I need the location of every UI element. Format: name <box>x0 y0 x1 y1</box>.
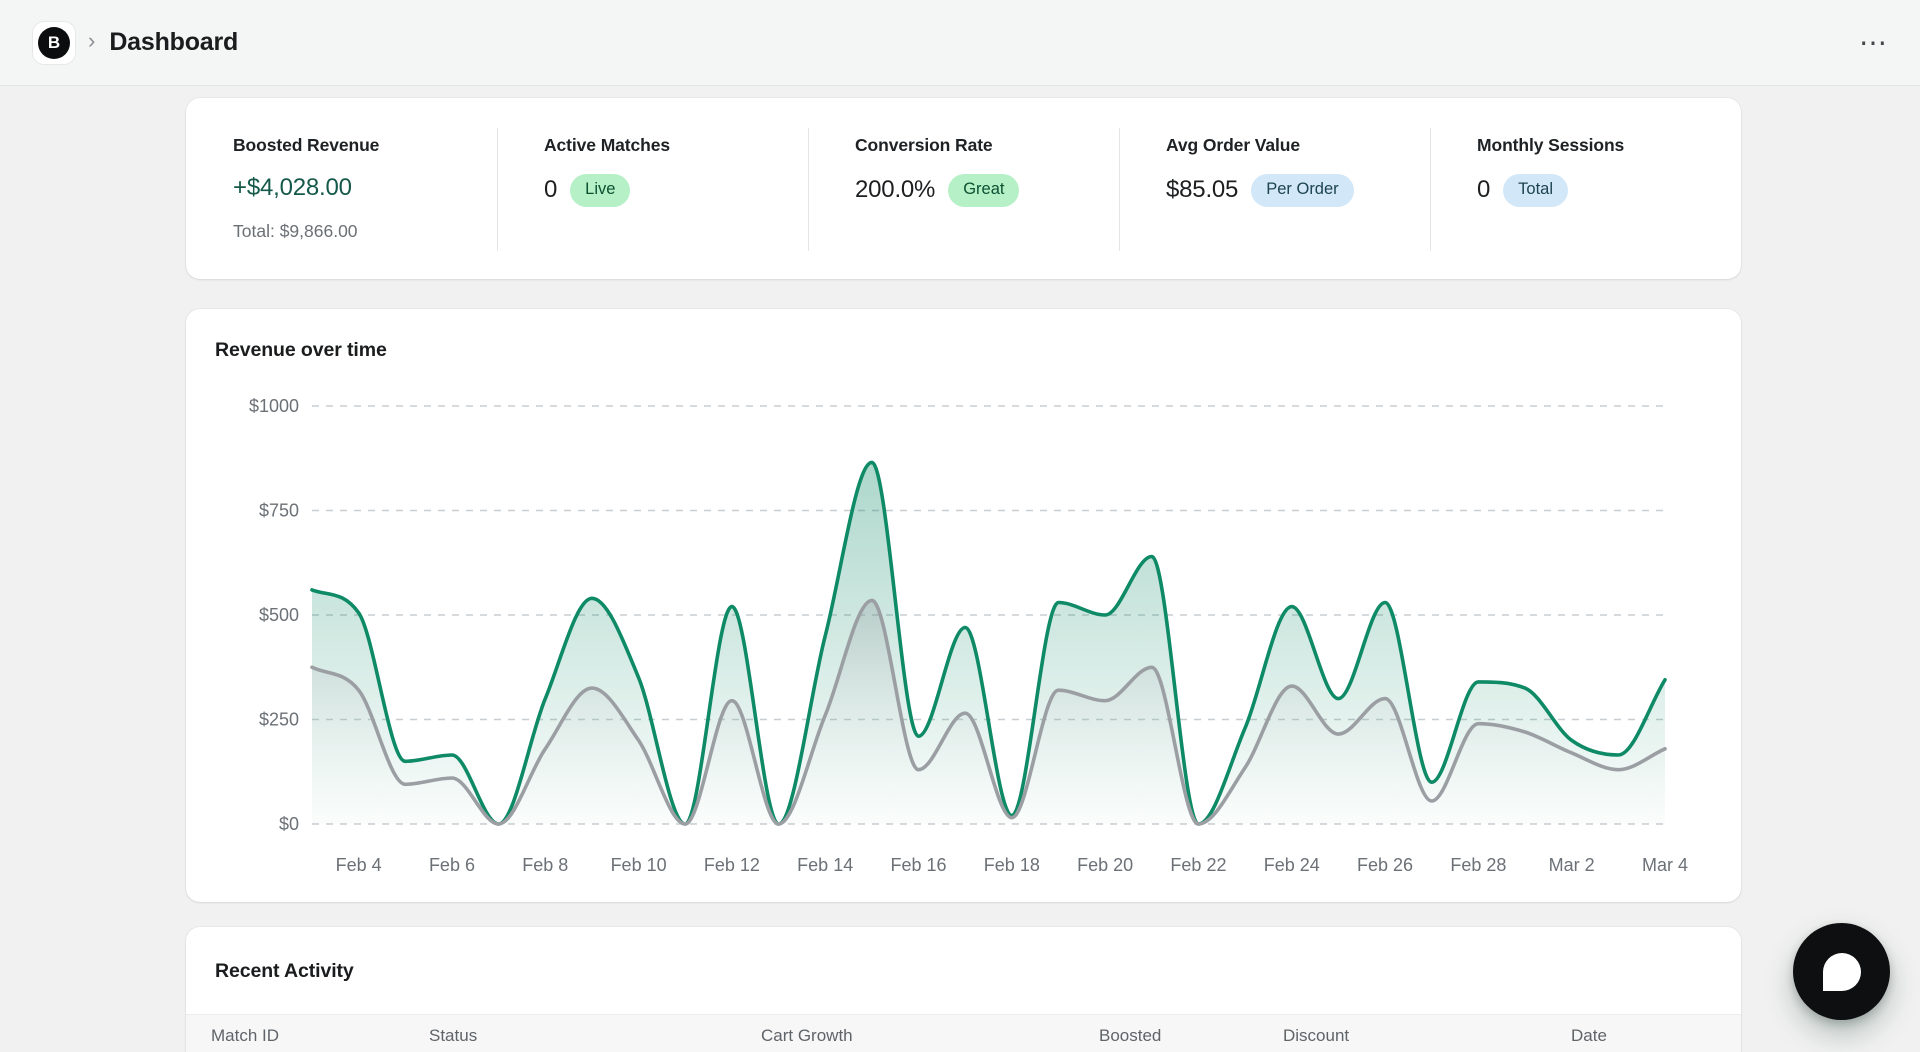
svg-text:Feb 10: Feb 10 <box>611 855 667 875</box>
chat-widget-button[interactable] <box>1793 923 1890 1020</box>
stat-label: Boosted Revenue <box>233 135 487 156</box>
svg-text:$1000: $1000 <box>249 396 299 416</box>
stat-badge: Total <box>1503 174 1568 207</box>
stat-badge: Per Order <box>1251 174 1353 207</box>
column-header-status: Status <box>429 1026 761 1052</box>
svg-text:$750: $750 <box>259 501 299 521</box>
topbar: B › Dashboard ⋯ <box>0 0 1920 86</box>
svg-text:$0: $0 <box>279 814 299 834</box>
svg-text:Feb 20: Feb 20 <box>1077 855 1133 875</box>
chat-bubble-icon <box>1823 953 1861 991</box>
breadcrumb-chevron-icon: › <box>88 30 95 55</box>
stat-subtext: Total: $9,866.00 <box>233 221 487 242</box>
stat-value: 0 <box>544 176 557 204</box>
column-header-boosted: Boosted <box>1099 1026 1283 1052</box>
stat-cell-active-matches: Active Matches 0 Live <box>497 98 808 279</box>
column-header-match-id: Match ID <box>211 1026 429 1052</box>
column-header-cart-growth: Cart Growth <box>761 1026 1099 1052</box>
stat-label: Conversion Rate <box>855 135 1109 156</box>
stat-label: Avg Order Value <box>1166 135 1420 156</box>
svg-text:Feb 8: Feb 8 <box>522 855 568 875</box>
svg-text:$500: $500 <box>259 605 299 625</box>
app-logo-icon: B <box>38 27 70 59</box>
main-content: Boosted Revenue +$4,028.00 Total: $9,866.0… <box>186 98 1741 1052</box>
activity-table-header-row: Match IDStatusCart GrowthBoostedDiscount… <box>186 1014 1741 1052</box>
stat-cell-boosted-revenue: Boosted Revenue +$4,028.00 Total: $9,866.0… <box>186 98 497 279</box>
stat-value: +$4,028.00 <box>233 174 352 202</box>
stat-badge: Great <box>948 174 1019 207</box>
svg-text:$250: $250 <box>259 710 299 730</box>
svg-text:Feb 24: Feb 24 <box>1264 855 1320 875</box>
app-logo[interactable]: B <box>33 22 75 64</box>
svg-text:Feb 14: Feb 14 <box>797 855 853 875</box>
revenue-chart-svg: $0 $250 $500 $750 $1000 Feb 4 Feb 6 Feb 8 Feb 10… <box>186 379 1741 889</box>
stat-label: Monthly Sessions <box>1477 135 1731 156</box>
stat-badge: Live <box>570 174 630 207</box>
svg-text:Feb 18: Feb 18 <box>984 855 1040 875</box>
revenue-chart-card: Revenue over time $0 $250 $500 $750 $1000 Feb… <box>186 309 1741 902</box>
svg-text:Feb 22: Feb 22 <box>1170 855 1226 875</box>
chart-title: Revenue over time <box>215 339 1741 362</box>
stat-value: $85.05 <box>1166 176 1238 204</box>
stat-cell-monthly-sessions: Monthly Sessions 0 Total <box>1430 98 1741 279</box>
svg-text:Feb 28: Feb 28 <box>1450 855 1506 875</box>
svg-text:Feb 6: Feb 6 <box>429 855 475 875</box>
svg-text:Mar 4: Mar 4 <box>1642 855 1688 875</box>
stats-card: Boosted Revenue +$4,028.00 Total: $9,866.0… <box>186 98 1741 279</box>
recent-activity-title: Recent Activity <box>186 927 1741 983</box>
stat-cell-conversion-rate: Conversion Rate 200.0% Great <box>808 98 1119 279</box>
recent-activity-card: Recent Activity Match IDStatusCart Growt… <box>186 927 1741 1052</box>
svg-text:Feb 4: Feb 4 <box>336 855 382 875</box>
column-header-discount: Discount <box>1283 1026 1571 1052</box>
overflow-menu-button[interactable]: ⋯ <box>1857 29 1890 57</box>
page-title: Dashboard <box>109 28 238 57</box>
svg-text:Feb 26: Feb 26 <box>1357 855 1413 875</box>
stat-cell-avg-order-value: Avg Order Value $85.05 Per Order <box>1119 98 1430 279</box>
svg-text:Feb 16: Feb 16 <box>890 855 946 875</box>
stat-value: 200.0% <box>855 176 935 204</box>
column-header-date: Date <box>1571 1026 1741 1052</box>
stat-label: Active Matches <box>544 135 798 156</box>
svg-text:Feb 12: Feb 12 <box>704 855 760 875</box>
svg-text:Mar 2: Mar 2 <box>1549 855 1595 875</box>
revenue-area-chart: $0 $250 $500 $750 $1000 Feb 4 Feb 6 Feb 8 Feb 10… <box>186 379 1741 894</box>
stat-value: 0 <box>1477 176 1490 204</box>
